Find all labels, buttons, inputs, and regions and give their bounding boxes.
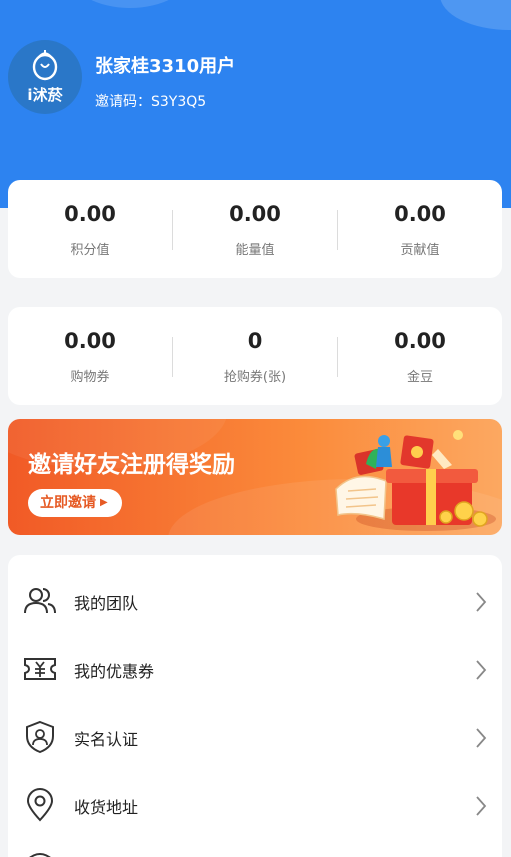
- menu-item-real-name-verification[interactable]: 实名认证: [8, 704, 502, 772]
- invite-now-button[interactable]: 立即邀请 ▶: [28, 489, 122, 517]
- username: 张家桂3310用户: [95, 56, 236, 77]
- menu-item-team[interactable]: 我的团队: [8, 568, 502, 636]
- wallet-card: 0.00 购物券 0 抢购券(张) 0.00 金豆: [8, 307, 502, 405]
- location-pin-icon: [26, 788, 54, 822]
- chevron-right-icon: [476, 728, 487, 748]
- stat-label: 能量值: [235, 243, 275, 258]
- gift-box-illustration: [335, 430, 496, 531]
- header-decoration: [440, 0, 511, 30]
- menu-item-label: 我的优惠券: [74, 662, 155, 681]
- team-icon: [24, 588, 56, 614]
- next-menu-item-icon-partial: [29, 853, 51, 857]
- points-card: 0.00 积分值 0.00 能量值 0.00 贡献值: [8, 180, 502, 278]
- avatar-logo-text: i沭菸: [27, 86, 63, 104]
- stat-shopping-voucher[interactable]: 0.00 购物券: [8, 307, 172, 405]
- stat-label: 贡献值: [400, 243, 440, 258]
- play-arrow-icon: ▶: [100, 497, 108, 508]
- stat-label: 积分值: [70, 243, 110, 258]
- shield-user-icon: [26, 720, 54, 754]
- stat-value: 0.00: [64, 329, 116, 353]
- stat-label: 购物券: [70, 370, 110, 385]
- menu-item-label: 收货地址: [74, 798, 139, 817]
- chevron-right-icon: [476, 592, 487, 612]
- invite-code[interactable]: 邀请码：S3Y3Q5: [95, 91, 206, 111]
- coupon-icon: [24, 658, 56, 680]
- invite-now-label: 立即邀请: [40, 495, 96, 511]
- menu-item-label: 实名认证: [74, 730, 139, 749]
- menu-item-shipping-address[interactable]: 收货地址: [8, 772, 502, 840]
- stat-value: 0.00: [229, 202, 281, 226]
- banner-title: 邀请好友注册得奖励: [28, 452, 235, 478]
- stat-label: 抢购券(张): [223, 370, 287, 385]
- stat-gold-beans[interactable]: 0.00 金豆: [338, 307, 502, 405]
- stat-value: 0: [247, 329, 263, 353]
- stat-flash-coupon[interactable]: 0 抢购券(张): [173, 307, 337, 405]
- stat-contribution[interactable]: 0.00 贡献值: [338, 180, 502, 278]
- menu-item-coupons[interactable]: 我的优惠券: [8, 636, 502, 704]
- stat-points[interactable]: 0.00 积分值: [8, 180, 172, 278]
- header-decoration: [70, 0, 190, 8]
- avatar[interactable]: i沭菸: [8, 40, 82, 114]
- stat-value: 0.00: [64, 202, 116, 226]
- menu-item-label: 我的团队: [74, 594, 139, 613]
- stat-label: 金豆: [406, 370, 433, 385]
- stat-value: 0.00: [394, 329, 446, 353]
- invite-banner[interactable]: 邀请好友注册得奖励 立即邀请 ▶: [8, 419, 502, 535]
- chevron-right-icon: [476, 796, 487, 816]
- stat-energy[interactable]: 0.00 能量值: [173, 180, 337, 278]
- chevron-right-icon: [476, 660, 487, 680]
- stat-value: 0.00: [394, 202, 446, 226]
- menu-list: 我的团队 我的优惠券 实名认证 收货地址: [8, 555, 502, 857]
